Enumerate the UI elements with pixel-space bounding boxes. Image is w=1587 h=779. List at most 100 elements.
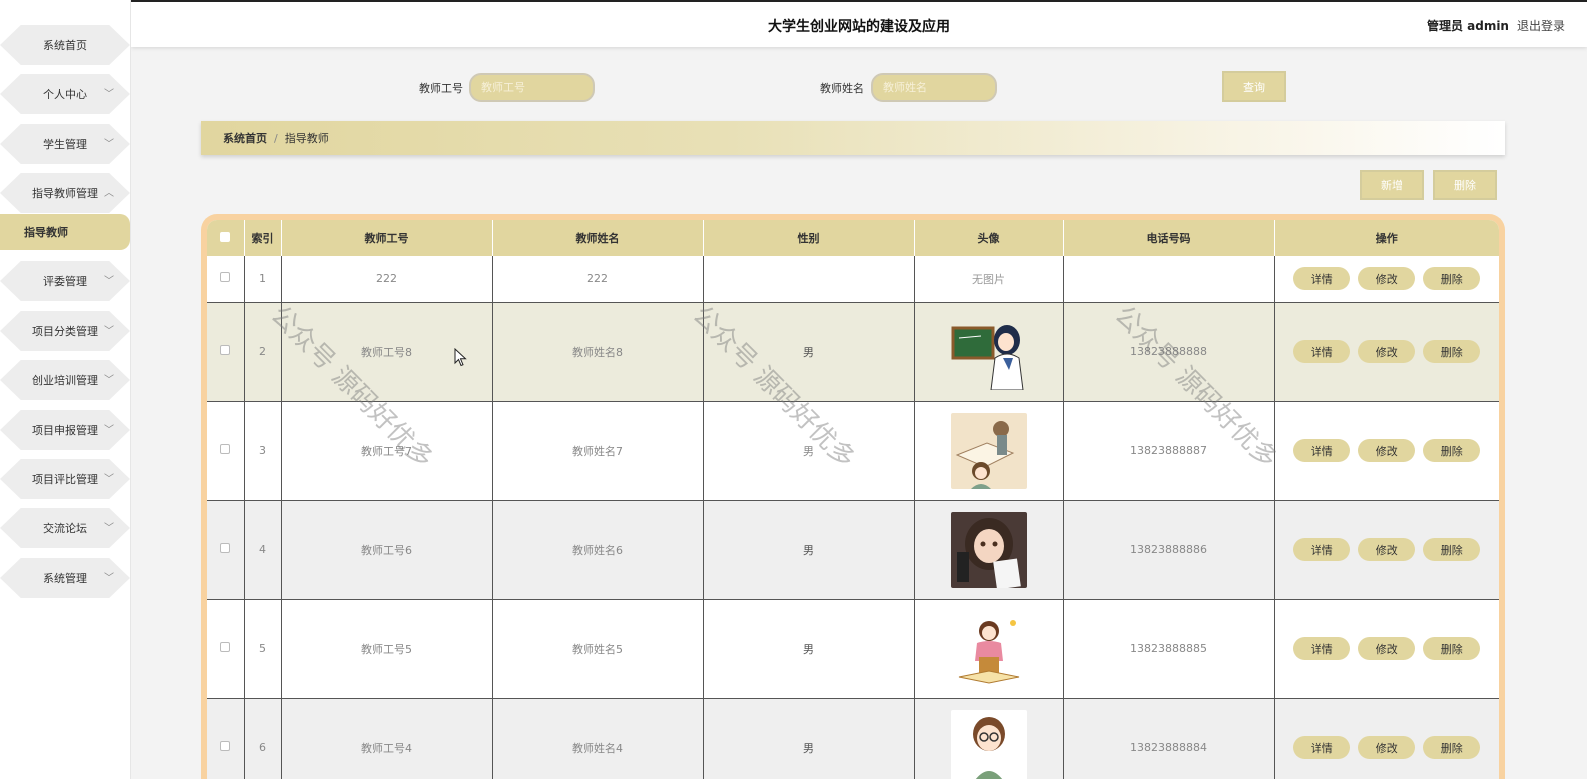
delete-button[interactable]: 删除 xyxy=(1423,267,1481,291)
gender-cell xyxy=(703,256,915,303)
row-checkbox[interactable] xyxy=(220,345,231,355)
no-image-text: 无图片 xyxy=(972,272,1005,286)
row-index: 2 xyxy=(244,302,282,402)
detail-button[interactable]: 详情 xyxy=(1293,340,1351,363)
column-header: 索引 xyxy=(244,220,282,256)
sidebar-item-students[interactable]: 学生管理 ﹀ xyxy=(0,124,130,164)
sidebar-item-label: 个人中心 xyxy=(43,88,87,101)
teacher-name-label: 教师姓名 xyxy=(820,82,864,95)
row-actions: 详情 修改 删除 xyxy=(1275,439,1500,462)
delete-button[interactable]: 删除 xyxy=(1423,340,1481,363)
sidebar-item-label: 项目分类管理 xyxy=(32,325,98,338)
chevron-down-icon: ﹀ xyxy=(104,523,114,534)
select-all-checkbox[interactable] xyxy=(220,231,231,242)
teacher-name-cell: 教师姓名5 xyxy=(492,599,704,699)
teacher-id-input[interactable] xyxy=(469,73,595,102)
table-row: 5 教师工号5 教师姓名5 男 13823888885 详情 修改 删除 xyxy=(207,599,1500,699)
table-row: 4 教师工号6 教师姓名6 男 13823888886 详情 修改 删除 xyxy=(207,500,1499,600)
page-title: 大学生创业网站的建设及应用 xyxy=(768,19,950,35)
delete-button[interactable]: 删除 xyxy=(1423,538,1481,561)
sidebar-item-home[interactable]: 系统首页 xyxy=(0,25,130,65)
detail-button[interactable]: 详情 xyxy=(1293,637,1351,660)
chevron-down-icon: ﹀ xyxy=(104,139,114,150)
table-header-row: 索引 教师工号 教师姓名 性别 头像 电话号码 操作 xyxy=(207,220,1499,256)
select-all-cell[interactable] xyxy=(207,220,245,256)
sidebar-item-project-evaluation[interactable]: 项目评比管理 ﹀ xyxy=(0,459,130,499)
row-actions: 详情 修改 删除 xyxy=(1275,340,1500,363)
sidebar: 系统首页 个人中心 ﹀ 学生管理 ﹀ 指导教师管理 ︿ 指导教师 评委管理 ﹀ 项目分类… xyxy=(0,0,131,779)
sidebar-item-forum[interactable]: 交流论坛 ﹀ xyxy=(0,508,130,548)
delete-button[interactable]: 删除 xyxy=(1423,736,1481,759)
edit-button[interactable]: 修改 xyxy=(1358,340,1416,363)
edit-button[interactable]: 修改 xyxy=(1358,637,1416,660)
edit-button[interactable]: 修改 xyxy=(1358,538,1416,561)
chevron-down-icon: ﹀ xyxy=(104,89,114,100)
detail-button[interactable]: 详情 xyxy=(1293,267,1351,291)
teacher-name-cell: 教师姓名7 xyxy=(492,401,704,501)
detail-button[interactable]: 详情 xyxy=(1293,736,1351,759)
chevron-down-icon: ﹀ xyxy=(104,474,114,485)
top-header: 大学生创业网站的建设及应用 管理员 admin 退出登录 xyxy=(131,0,1587,47)
gender-cell: 男 xyxy=(703,302,915,402)
breadcrumb-separator: / xyxy=(274,131,278,145)
add-button[interactable]: 新增 xyxy=(1360,170,1424,200)
user-area: 管理员 admin 退出登录 xyxy=(1427,17,1565,34)
batch-delete-button[interactable]: 删除 xyxy=(1433,170,1497,200)
teacher-table: 索引 教师工号 教师姓名 性别 头像 电话号码 操作 1 222 222 无图片… xyxy=(201,214,1505,779)
delete-button[interactable]: 删除 xyxy=(1423,637,1481,660)
detail-button[interactable]: 详情 xyxy=(1293,538,1351,561)
query-button[interactable]: 查询 xyxy=(1222,71,1286,102)
chevron-down-icon: ﹀ xyxy=(104,276,114,287)
teacher-id-label: 教师工号 xyxy=(419,82,463,95)
sidebar-item-personal-center[interactable]: 个人中心 ﹀ xyxy=(0,74,130,114)
row-checkbox[interactable] xyxy=(220,642,231,652)
phone-cell: 13823888884 xyxy=(1063,698,1275,779)
sidebar-subitem-advisors[interactable]: 指导教师 xyxy=(0,214,130,250)
chevron-down-icon: ﹀ xyxy=(104,375,114,386)
delete-button[interactable]: 删除 xyxy=(1423,439,1481,462)
column-header: 操作 xyxy=(1274,220,1499,256)
breadcrumb-current: 指导教师 xyxy=(284,132,329,145)
teacher-blackboard-avatar xyxy=(950,313,1027,390)
sidebar-item-training[interactable]: 创业培训管理 ﹀ xyxy=(0,360,130,400)
logout-link[interactable]: 退出登录 xyxy=(1517,17,1565,34)
row-checkbox[interactable] xyxy=(220,272,231,283)
gender-cell: 男 xyxy=(703,401,915,501)
teacher-name-input[interactable] xyxy=(871,73,997,102)
sidebar-item-project-categories[interactable]: 项目分类管理 ﹀ xyxy=(0,311,130,351)
edit-button[interactable]: 修改 xyxy=(1358,267,1416,291)
table-row: 2 教师工号8 教师姓名8 男 13823888888 详情 修改 删除 xyxy=(207,302,1500,402)
edit-button[interactable]: 修改 xyxy=(1358,736,1416,759)
sidebar-item-label: 项目评比管理 xyxy=(32,473,98,486)
row-index: 4 xyxy=(244,500,282,600)
row-index: 3 xyxy=(244,401,282,501)
edit-button[interactable]: 修改 xyxy=(1358,439,1416,462)
teacher-id-cell: 教师工号6 xyxy=(281,500,493,600)
sidebar-item-advisor-management[interactable]: 指导教师管理 ︿ xyxy=(0,173,130,213)
column-header: 教师工号 xyxy=(281,220,493,256)
chevron-up-icon: ︿ xyxy=(104,188,114,199)
row-checkbox[interactable] xyxy=(220,444,231,454)
sidebar-item-label: 交流论坛 xyxy=(43,522,87,535)
sidebar-item-label: 指导教师 xyxy=(24,226,68,239)
chevron-down-icon: ﹀ xyxy=(104,326,114,337)
sidebar-item-project-applications[interactable]: 项目申报管理 ﹀ xyxy=(0,410,130,450)
teacher-id-cell: 教师工号7 xyxy=(281,401,493,501)
sidebar-item-label: 评委管理 xyxy=(43,275,87,288)
table-row: 1 222 222 无图片 详情 修改 删除 xyxy=(207,256,1499,303)
gender-cell: 男 xyxy=(703,698,915,779)
phone-cell xyxy=(1063,256,1275,303)
chevron-down-icon: ﹀ xyxy=(104,425,114,436)
sidebar-item-label: 创业培训管理 xyxy=(32,374,98,387)
row-actions: 详情 修改 删除 xyxy=(1275,637,1500,660)
row-checkbox[interactable] xyxy=(220,741,231,751)
chevron-down-icon: ﹀ xyxy=(104,573,114,584)
sidebar-item-system[interactable]: 系统管理 ﹀ xyxy=(0,558,130,598)
breadcrumb-home[interactable]: 系统首页 xyxy=(223,130,267,146)
phone-cell: 13823888886 xyxy=(1063,500,1275,600)
row-checkbox[interactable] xyxy=(220,543,231,553)
row-index: 5 xyxy=(244,599,282,699)
sidebar-item-judges[interactable]: 评委管理 ﹀ xyxy=(0,261,130,301)
detail-button[interactable]: 详情 xyxy=(1293,439,1351,462)
column-header: 教师姓名 xyxy=(492,220,704,256)
